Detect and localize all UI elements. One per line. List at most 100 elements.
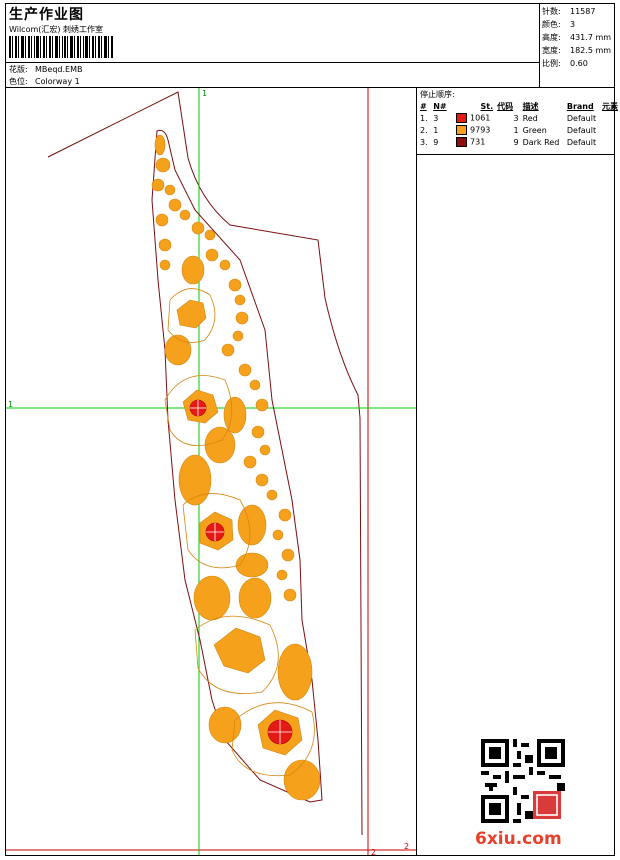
row-stitches: 731 [470,137,486,147]
color-swatch [456,137,468,147]
color-swatch [456,125,468,135]
row-brand: Default [566,125,597,135]
color-swatch [456,113,468,123]
row-no: 2. [420,125,428,135]
marker-bottom: 2 [371,848,376,855]
company-name: Wilcom(汇宏) 刺绣工作室 [9,25,104,34]
stitches-value: 11587 [570,7,596,16]
watermark-brand: 6xiu.com [475,829,562,849]
flower-motif [221,343,235,357]
colorway-row: 色位: Colorway 1 [9,76,80,87]
flower-motif [179,209,191,221]
marker-left: 1 [8,400,13,409]
flower-motif [155,157,171,173]
flower-motif [219,259,231,271]
stitches-label: 针数: [542,7,561,16]
stop-sequence-title: 停止顺序: [420,90,455,99]
leaf-motif [204,426,236,464]
row-code: 3 [513,113,519,123]
flower-motif [243,455,257,469]
flower-motif [151,178,165,192]
header-divider [5,62,540,63]
leaf-motif [277,643,313,701]
col-no: # [420,101,427,111]
row-no: 3. [420,137,428,147]
stitches-row: 针数: 11587 [542,6,595,17]
row-desc: Red [522,113,538,123]
leaf-motif [164,334,192,366]
colors-row: 颜色: 3 [542,19,575,30]
flower-motif [155,213,169,227]
col-elements: 元素 [602,101,618,111]
page-title: 生产作业图 [9,7,84,23]
row-code: 1 [513,125,519,135]
flower-motif [159,259,171,271]
col-desc: 描述 [522,101,539,111]
row-brand: Default [566,137,597,147]
row-no: 1. [420,113,428,123]
scale-value: 0.60 [570,59,588,68]
table-row: 3. 9 731 9 Dark Red Default [418,136,620,148]
flower-head [176,299,207,329]
flower-motif [204,229,216,241]
scale-row: 比例: 0.60 [542,58,588,69]
design-label: 花版: [9,65,28,74]
flower-motif [235,311,249,325]
flower-motif [158,238,172,252]
design-row: 花版: MBeqd.EMB [9,64,82,75]
colors-label: 颜色: [542,20,561,29]
design-outline [151,129,323,803]
row-desc: Dark Red [522,137,560,147]
leaf-motif [283,759,321,801]
row-stitches: 9793 [470,125,491,135]
marker-right: 2 [404,842,409,851]
flower-motif [249,379,261,391]
flower-motif [281,548,295,562]
marker-top: 1 [202,89,207,98]
leaf-motif [237,504,267,546]
flower-motif [251,425,265,439]
embroidery-canvas: 1 1 2 2 [6,88,416,855]
flower-motif [278,508,292,522]
row-stitches: 1061 [470,113,491,123]
colorway-label: 色位: [9,77,28,86]
col-stitches: St. [480,101,494,111]
width-row: 宽度: 182.5 mm [542,45,611,56]
scale-label: 比例: [542,59,561,68]
flower-motif [168,198,182,212]
flower-motif [276,569,288,581]
flower-motif [228,278,242,292]
flower-motif [283,588,297,602]
flower-motif [259,444,271,456]
flower-motif [234,294,246,306]
flower-motif [191,221,205,235]
flower-motif [255,473,269,487]
width-label: 宽度: [542,46,561,55]
color-stop-table: # N# St. 代码 描述 Brand 元素 1. 3 1061 3 Red … [418,100,620,148]
qr-code [481,739,565,823]
flower-motif [205,248,219,262]
barcode [9,36,113,58]
flower-motif [238,363,252,377]
colorway-value: Colorway 1 [35,77,80,86]
colors-value: 3 [570,20,576,29]
row-desc: Green [522,125,547,135]
table-divider [416,154,615,155]
table-row: 2. 1 9793 1 Green Default [418,124,620,136]
row-code: 9 [513,137,519,147]
col-code: 代码 [497,101,514,111]
height-value: 431.7 mm [570,33,612,42]
row-stitches-cell: 9793 [454,124,495,136]
row-needle: 9 [433,137,439,147]
flower-motif [255,398,269,412]
table-header-row: # N# St. 代码 描述 Brand 元素 [418,100,620,112]
design-value: MBeqd.EMB [35,65,83,74]
col-brand: Brand [566,101,594,111]
leaf-motif [193,575,231,621]
flower-head [213,627,266,674]
row-stitches-cell: 731 [454,136,495,148]
leaf-motif [181,255,205,285]
flower-motif [266,489,278,501]
height-row: 高度: 431.7 mm [542,32,611,43]
table-row: 1. 3 1061 3 Red Default [418,112,620,124]
